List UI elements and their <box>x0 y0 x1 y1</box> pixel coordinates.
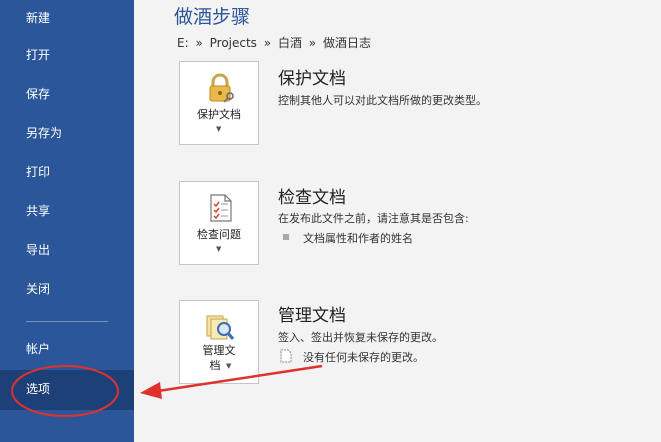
manage-bullet: 没有任何未保存的更改。 <box>303 351 424 364</box>
info-panel: 做酒步骤 E: » Projects » 白酒 » 做酒日志 保护文档 ▼ 保护… <box>134 0 661 442</box>
nav-open[interactable]: 打开 <box>0 37 134 73</box>
breadcrumb-sep: » <box>308 36 317 50</box>
unsaved-document-icon <box>280 349 292 363</box>
backstage-sidebar: 新建 打开 保存 另存为 打印 共享 导出 关闭 帐户 选项 <box>0 0 134 442</box>
nav-new[interactable]: 新建 <box>0 0 134 36</box>
breadcrumb-sep: » <box>263 36 272 50</box>
breadcrumb: E: » Projects » 白酒 » 做酒日志 <box>177 34 374 51</box>
lock-key-icon <box>209 73 234 103</box>
breadcrumb-drive[interactable]: E: <box>177 36 189 50</box>
inspect-document-icon <box>210 194 232 222</box>
protect-desc: 控制其他人可以对此文档所做的更改类型。 <box>278 94 487 107</box>
nav-export[interactable]: 导出 <box>0 232 134 268</box>
chevron-down-icon: ▼ <box>216 125 222 133</box>
nav-save-as[interactable]: 另存为 <box>0 115 134 151</box>
nav-share[interactable]: 共享 <box>0 193 134 229</box>
manage-document-label-line2: 档 <box>209 359 221 372</box>
manage-desc: 签入、签出并恢复未保存的更改。 <box>278 331 443 344</box>
check-issues-button[interactable]: 检查问题 ▼ <box>179 181 259 265</box>
manage-document-icon <box>206 315 235 340</box>
protect-document-button[interactable]: 保护文档 ▼ <box>179 61 259 145</box>
nav-close[interactable]: 关闭 <box>0 271 134 307</box>
protect-title: 保护文档 <box>278 69 346 89</box>
protect-document-label: 保护文档 <box>197 108 241 121</box>
breadcrumb-projects[interactable]: Projects <box>210 36 257 50</box>
manage-title: 管理文档 <box>278 306 346 326</box>
page-title: 做酒步骤 <box>174 6 251 28</box>
inspect-bullet: 文档属性和作者的姓名 <box>303 232 413 245</box>
breadcrumb-sep: » <box>195 36 203 50</box>
check-issues-label: 检查问题 <box>197 228 241 241</box>
chevron-down-icon: ▼ <box>216 245 222 253</box>
nav-print[interactable]: 打印 <box>0 154 134 190</box>
nav-save[interactable]: 保存 <box>0 76 134 112</box>
manage-document-button[interactable]: 管理文 档 ▼ <box>179 300 259 384</box>
nav-divider <box>26 321 108 322</box>
inspect-title: 检查文档 <box>278 188 346 208</box>
chevron-down-icon: ▼ <box>226 362 232 370</box>
bullet-icon <box>283 234 289 240</box>
manage-document-label-line1: 管理文 <box>202 344 236 357</box>
nav-account[interactable]: 帐户 <box>0 331 134 367</box>
nav-options[interactable]: 选项 <box>0 370 134 410</box>
breadcrumb-baijiu[interactable]: 白酒 <box>278 36 302 50</box>
inspect-desc: 在发布此文件之前，请注意其是否包含: <box>278 212 469 225</box>
breadcrumb-log[interactable]: 做酒日志 <box>323 36 371 50</box>
